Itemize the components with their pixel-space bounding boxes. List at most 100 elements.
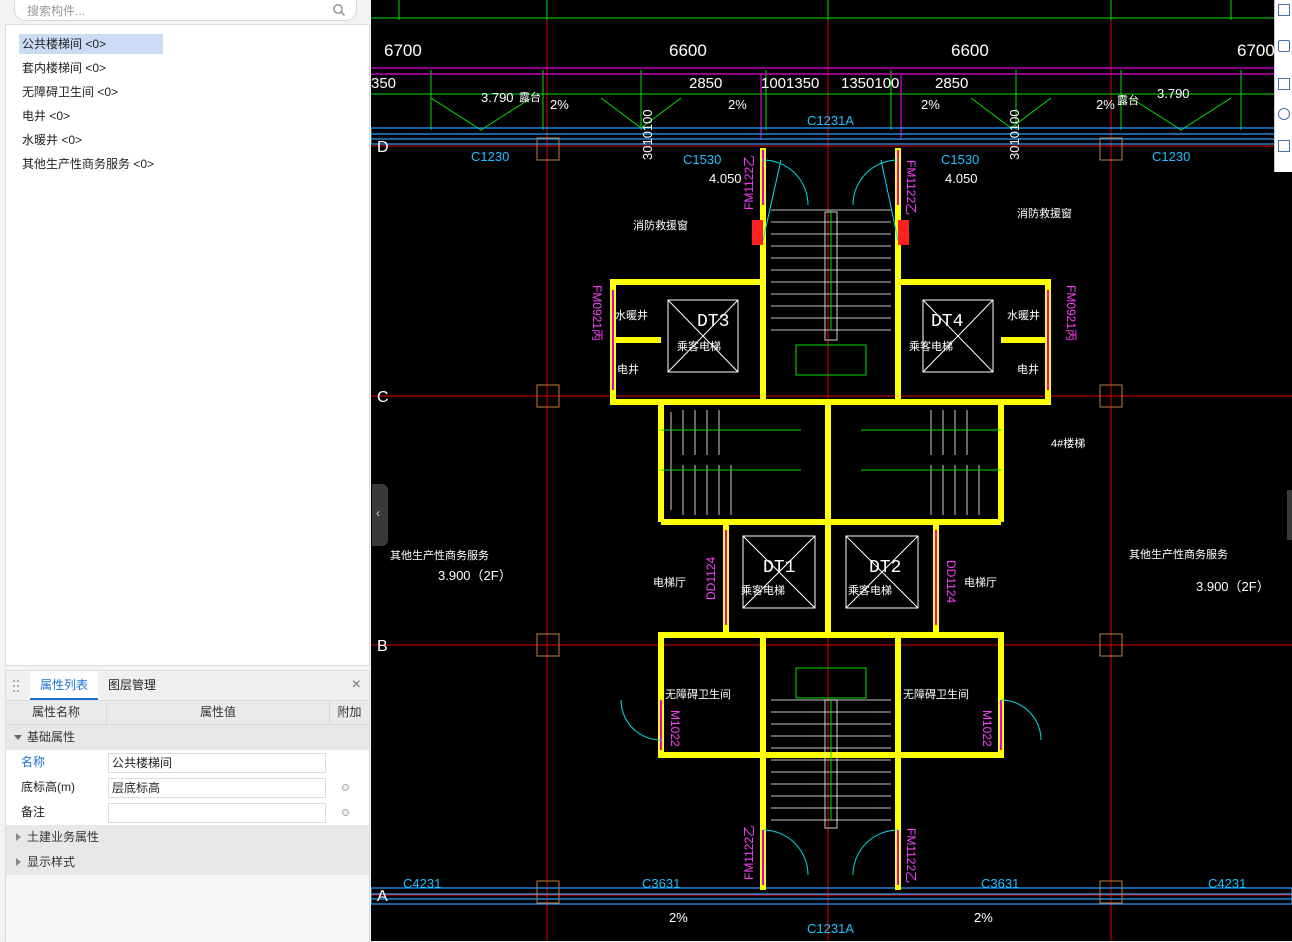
- label-commercial-right: 其他生产性商务服务: [1129, 547, 1228, 561]
- tree-item-public-stair[interactable]: 公共楼梯间 <0>: [19, 34, 163, 54]
- search-input[interactable]: [25, 1, 329, 20]
- group-civil-label: 土建业务属性: [27, 830, 100, 844]
- rotate-icon[interactable]: [1278, 108, 1290, 120]
- label-commercial-left: 其他生产性商务服务: [390, 548, 489, 562]
- extra-checkbox[interactable]: [342, 809, 349, 816]
- win-bot-0: C4231: [403, 876, 441, 891]
- door-label-7: M1022: [980, 710, 994, 747]
- axis-label-a: A: [377, 888, 388, 905]
- door-label-3: FM0921丙: [1064, 285, 1078, 341]
- group-basic[interactable]: 基础属性: [6, 725, 369, 750]
- subdim-1: 2850: [689, 75, 722, 92]
- right-panel-handle[interactable]: [1287, 490, 1292, 540]
- props-tabbar: 属性列表 图层管理 ×: [6, 671, 369, 701]
- door-label-8: FM1122乙: [742, 825, 756, 880]
- win-top-1: C1530: [683, 152, 721, 167]
- tab-property-list[interactable]: 属性列表: [30, 671, 98, 700]
- slope-1: 2%: [728, 97, 747, 112]
- close-icon[interactable]: ×: [352, 676, 361, 694]
- win-top-2: C1530: [941, 152, 979, 167]
- subdim-3: 1350100: [841, 75, 899, 92]
- tree-item-commercial[interactable]: 其他生产性商务服务 <0>: [19, 154, 160, 174]
- prop-remark-value[interactable]: [108, 803, 326, 823]
- label-passenger-elevator-1: 乘客电梯: [741, 583, 785, 597]
- label-stair4: 4#楼梯: [1051, 436, 1085, 450]
- tree-item-water-shaft[interactable]: 水暖井 <0>: [19, 130, 88, 150]
- search-box[interactable]: [14, 0, 357, 21]
- chevron-left-icon[interactable]: ‹: [376, 506, 380, 520]
- layer-icon[interactable]: [1278, 40, 1290, 52]
- label-fire-ladder-left: 消防救援窗: [633, 218, 688, 232]
- label-electric-shaft-right: 电井: [1017, 362, 1039, 376]
- prop-bottom-elev-value[interactable]: 层底标高: [108, 778, 326, 798]
- elev-4: 3.900（2F）: [438, 568, 512, 583]
- slope-2: 2%: [921, 97, 940, 112]
- tab-layer-manager[interactable]: 图层管理: [102, 671, 162, 700]
- label-passenger-elevator-2: 乘客电梯: [848, 583, 892, 597]
- label-passenger-elevator-3: 乘客电梯: [677, 339, 721, 353]
- win-top-4: C1231A: [807, 113, 854, 128]
- list-icon[interactable]: [1278, 140, 1290, 152]
- slope-4: 2%: [669, 910, 688, 925]
- dim-top-0: 6700: [384, 41, 422, 60]
- door-label-9: FM1122乙: [904, 828, 918, 883]
- axis-label-c: C: [377, 389, 389, 406]
- dim-top-2: 6600: [951, 41, 989, 60]
- label-balcony-right: 露台: [1117, 93, 1139, 107]
- chevron-right-icon[interactable]: [16, 858, 21, 866]
- door-label-0: FM1122乙: [742, 155, 756, 210]
- door-label-6: M1022: [668, 710, 682, 747]
- tree-item-accessible-wc[interactable]: 无障碍卫生间 <0>: [19, 82, 124, 102]
- door-label-11: 3010100: [1007, 109, 1022, 160]
- properties-panel: 属性列表 图层管理 × 属性名称 属性值 附加 基础属性 名称 公共楼梯间 底标…: [5, 670, 370, 942]
- group-civil[interactable]: 土建业务属性: [6, 825, 369, 850]
- dim-top-1: 6600: [669, 41, 707, 60]
- cad-canvas[interactable]: 6700 6600 6600 6700 350 2850 1001350 135…: [371, 0, 1292, 941]
- col-prop-extra: 附加: [337, 705, 362, 719]
- label-electric-shaft-left: 电井: [617, 362, 639, 376]
- tree-item-electric-shaft[interactable]: 电井 <0>: [19, 106, 76, 126]
- prop-name-label: 名称: [21, 755, 46, 769]
- label-elevator-hall-right: 电梯厅: [964, 576, 997, 589]
- group-display[interactable]: 显示样式: [6, 850, 369, 875]
- elev-3: 4.050: [945, 171, 978, 186]
- label-fire-ladder-right: 消防救援窗: [1017, 206, 1072, 220]
- prop-row-name: 名称 公共楼梯间: [6, 750, 369, 775]
- chevron-down-icon[interactable]: [14, 735, 22, 740]
- label-accessible-wc-left: 无障碍卫生间: [665, 687, 731, 701]
- win-bot-2: C3631: [981, 876, 1019, 891]
- win-top-3: C1230: [1152, 149, 1190, 164]
- vertical-toolbar: [1274, 0, 1292, 172]
- door-label-10: 3010100: [640, 109, 655, 160]
- elev-2: 4.050: [709, 171, 742, 186]
- subdim-4: 2850: [935, 75, 968, 92]
- axis-label-d: D: [377, 139, 389, 156]
- col-prop-value: 属性值: [107, 701, 330, 724]
- door-label-5: DD1124: [944, 560, 958, 603]
- label-water-shaft-right: 水暖井: [1007, 308, 1040, 322]
- extra-checkbox[interactable]: [342, 784, 349, 791]
- select-icon[interactable]: [1278, 78, 1290, 90]
- subdim-2: 1001350: [761, 75, 819, 92]
- win-bot-4: C1231A: [807, 921, 854, 936]
- tree-item-unit-stair[interactable]: 套内楼梯间 <0>: [19, 58, 112, 78]
- drag-grip-icon[interactable]: [12, 679, 20, 693]
- label-accessible-wc-right: 无障碍卫生间: [903, 687, 969, 701]
- view-icon[interactable]: [1278, 4, 1290, 16]
- search-icon[interactable]: [332, 3, 346, 17]
- collapse-panel-button[interactable]: ‹: [372, 484, 388, 546]
- prop-name-value[interactable]: 公共楼梯间: [108, 753, 326, 773]
- elevator-dt1: DT1: [763, 558, 795, 578]
- prop-bottom-elev-label: 底标高(m): [21, 780, 75, 794]
- label-balcony-left: 露台: [519, 90, 541, 104]
- label-water-shaft-left: 水暖井: [615, 308, 648, 322]
- door-label-4: DD1124: [704, 557, 718, 600]
- win-bot-3: C4231: [1208, 876, 1246, 891]
- chevron-right-icon[interactable]: [16, 833, 21, 841]
- elevator-dt2: DT2: [869, 558, 901, 578]
- elevator-dt3: DT3: [697, 312, 729, 332]
- group-basic-label: 基础属性: [27, 730, 76, 744]
- prop-row-bottom-elev: 底标高(m) 层底标高: [6, 775, 369, 800]
- group-display-label: 显示样式: [27, 855, 76, 869]
- elev-5: 3.900（2F）: [1196, 579, 1270, 594]
